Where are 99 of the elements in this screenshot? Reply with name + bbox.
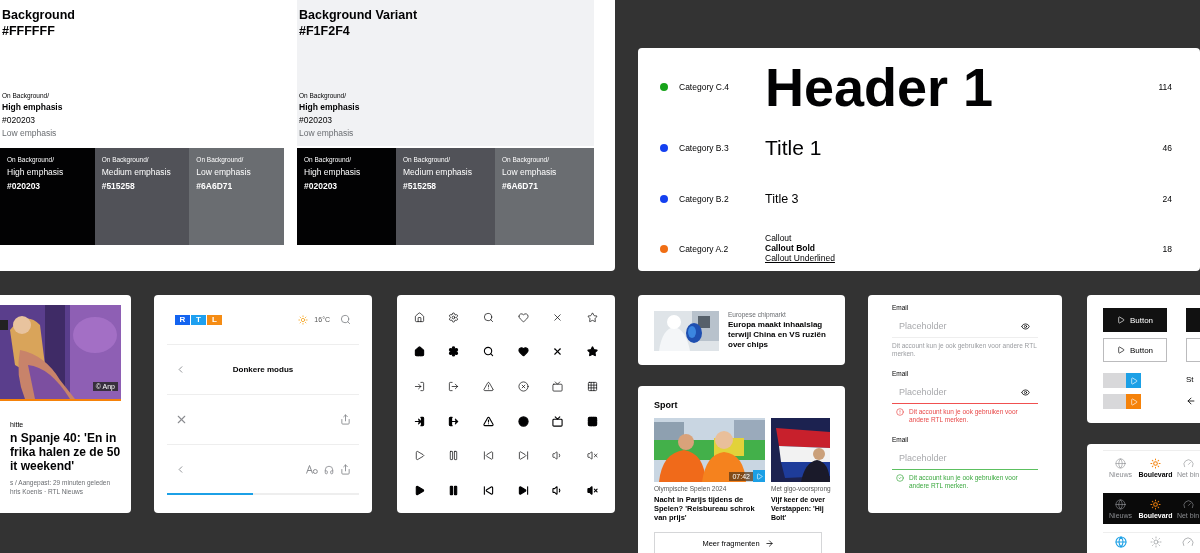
warning-icon xyxy=(483,415,495,427)
hex-code: #FFFFFF xyxy=(2,23,56,39)
sample-emphasis: High emphasis xyxy=(2,102,64,112)
hex-code: #515258 xyxy=(101,181,136,191)
sun-icon xyxy=(1150,499,1161,510)
hex-code: #6A6D71 xyxy=(196,181,234,191)
logo-letter: L xyxy=(207,314,222,325)
play-button[interactable]: Button xyxy=(1103,338,1167,362)
hex-code: #020203 xyxy=(7,181,42,191)
tv-icon xyxy=(552,381,564,393)
article-headline[interactable]: Europa maakt inhaalslag terwijl China en VS ruziën over chips xyxy=(728,320,829,350)
headphones-icon[interactable] xyxy=(324,464,334,475)
play-icon xyxy=(1116,346,1125,354)
swatch-name: High emphasis xyxy=(7,167,65,177)
sample-emphasis: High emphasis xyxy=(299,102,361,112)
sample-emphasis: Low emphasis xyxy=(2,128,58,138)
share-icon[interactable] xyxy=(340,414,351,425)
back-arrow-icon[interactable] xyxy=(1186,396,1196,406)
swatch-name: Medium emphasis xyxy=(101,167,172,177)
panel-title: Background Variant xyxy=(299,7,419,23)
font-size: 46 xyxy=(1162,143,1172,153)
globe-icon xyxy=(1115,458,1126,469)
article-headline: n Spanje 40: 'En in frika halen ze de 50 it weekend' xyxy=(10,431,121,473)
arrow-icon xyxy=(764,539,774,548)
check-icon xyxy=(896,474,904,482)
logo-letter: T xyxy=(191,314,206,325)
star-icon xyxy=(587,346,599,358)
tv-icon xyxy=(552,415,564,427)
play-control[interactable] xyxy=(1103,373,1141,388)
logout-icon xyxy=(448,381,460,393)
error-icon xyxy=(896,408,904,416)
play-control[interactable] xyxy=(1103,394,1141,409)
hex-code: #020203 xyxy=(2,115,37,125)
type-sample: Callout Underlined xyxy=(765,253,836,264)
share-icon[interactable] xyxy=(340,464,351,475)
skip-back-icon xyxy=(483,485,495,497)
page-title: Donkere modus xyxy=(232,365,294,374)
pause-icon xyxy=(448,485,460,497)
type-sample: Callout Bold xyxy=(765,244,817,254)
logo-letter: R xyxy=(175,314,190,325)
type-sample: Header 1 xyxy=(765,55,995,119)
close-icon[interactable] xyxy=(175,413,188,426)
category-label: Category B.2 xyxy=(679,194,729,204)
play-button[interactable]: Button xyxy=(1103,308,1167,332)
skip-forward-icon xyxy=(517,485,529,497)
globe-icon xyxy=(1115,499,1126,510)
type-sample: Title 3 xyxy=(765,191,800,207)
swatch-name: High emphasis xyxy=(304,167,362,177)
panel-title: Background xyxy=(2,7,76,23)
sun-icon xyxy=(1150,458,1161,469)
swatch-name: Low emphasis xyxy=(502,167,558,177)
label-text: St xyxy=(1186,375,1195,384)
mute-icon xyxy=(587,450,599,462)
hex-code: #F1F2F4 xyxy=(299,23,351,39)
hex-code: #515258 xyxy=(403,181,438,191)
section-title: Sport xyxy=(654,399,679,412)
heart-icon xyxy=(517,311,529,323)
text-size-icon[interactable] xyxy=(306,465,318,474)
swatch-name: Low emphasis xyxy=(196,167,252,177)
eye-icon[interactable] xyxy=(1021,321,1030,331)
play-icon xyxy=(413,485,425,497)
heart-icon xyxy=(517,346,529,358)
gauge-icon xyxy=(1182,499,1194,510)
font-size: 114 xyxy=(1158,82,1172,92)
home-icon xyxy=(413,346,425,358)
swatch-name: Medium emphasis xyxy=(403,167,473,177)
play-icon xyxy=(1116,316,1125,324)
login-icon xyxy=(413,381,425,393)
warning-icon xyxy=(483,381,495,393)
search-icon xyxy=(483,311,495,323)
close-icon xyxy=(552,346,564,358)
type-sample: Title 1 xyxy=(765,135,823,161)
category-label: Category C.4 xyxy=(679,82,730,92)
font-size: 18 xyxy=(1162,244,1172,254)
hex-code: #6A6D71 xyxy=(502,181,539,191)
type-sample: Callout xyxy=(765,234,793,244)
hex-code: #020203 xyxy=(304,181,339,191)
gauge-icon xyxy=(1182,458,1194,469)
eye-icon[interactable] xyxy=(1021,387,1030,397)
pause-icon xyxy=(448,450,460,462)
play-icon xyxy=(1129,376,1138,385)
sun-icon xyxy=(298,314,309,325)
skip-forward-icon xyxy=(517,450,529,462)
mute-icon xyxy=(587,485,599,497)
star-icon xyxy=(587,311,599,323)
hex-code: #020203 xyxy=(299,115,334,125)
search-icon xyxy=(483,346,495,358)
category-label: Category B.3 xyxy=(679,143,729,153)
skip-back-icon xyxy=(483,450,495,462)
login-icon xyxy=(413,415,425,427)
play-icon xyxy=(1129,397,1138,406)
play-icon xyxy=(413,450,425,462)
home-icon xyxy=(413,311,425,323)
search-icon[interactable] xyxy=(340,314,351,325)
font-size: 24 xyxy=(1162,194,1172,204)
logout-icon xyxy=(448,415,460,427)
sample-emphasis: Low emphasis xyxy=(299,128,355,138)
close-icon xyxy=(552,311,564,323)
category-label: Category A.2 xyxy=(679,244,729,254)
